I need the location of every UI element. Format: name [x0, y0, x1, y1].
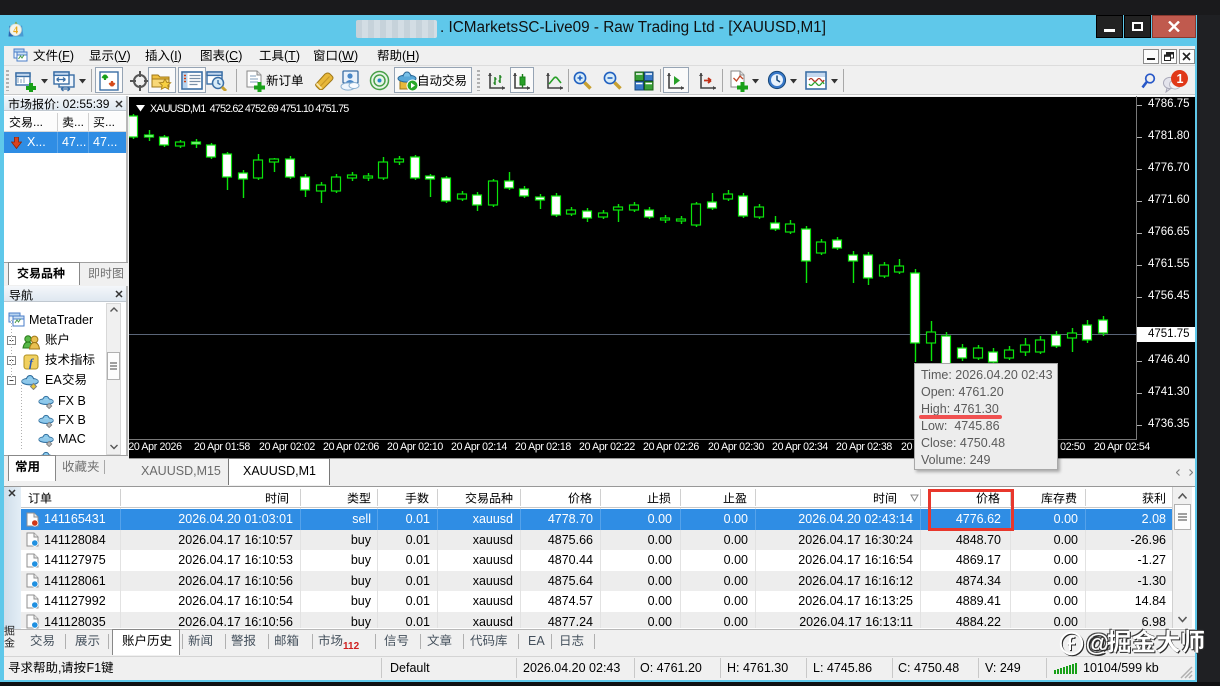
svg-text:4: 4 — [13, 25, 18, 36]
